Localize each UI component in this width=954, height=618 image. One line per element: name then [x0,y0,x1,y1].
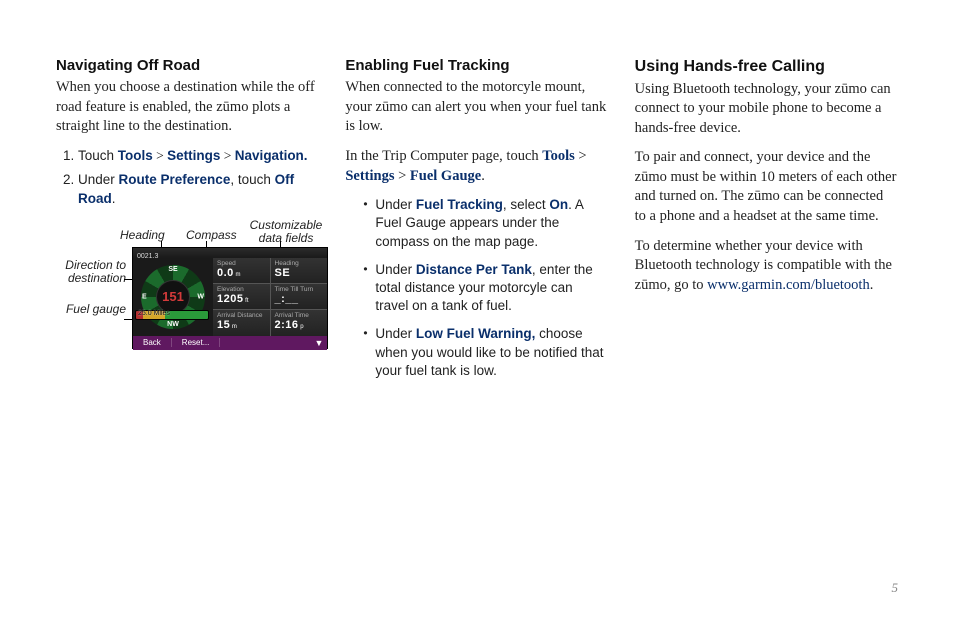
scroll-down-icon[interactable]: ▼ [311,338,327,348]
text: Under [375,262,416,277]
separator: > [153,148,167,163]
callout-custom-fields: Customizable data fields [246,219,326,245]
text: Under [375,197,416,212]
step-2: Under Route Preference, touch Off Road. [78,171,319,209]
ui-distance-per-tank: Distance Per Tank [416,262,532,277]
text: , select [503,197,550,212]
text: , touch [230,172,274,187]
callout-compass: Compass [186,229,237,242]
field-elevation: Elevation1205 ft [213,284,270,309]
page-number: 5 [892,580,899,596]
bullet-list: Under Fuel Tracking, select On. A Fuel G… [345,196,608,380]
field-speed: Speed0.0 m [213,258,270,283]
field-arrival-time: Arrival Time2:16 p [271,310,328,335]
separator: > [220,148,234,163]
column-3: Using Hands-free Calling Using Bluetooth… [635,56,898,390]
ui-route-preference: Route Preference [119,172,231,187]
ui-path-fuel-gauge: Fuel Gauge [410,168,481,184]
reset-button[interactable]: Reset... [172,338,221,347]
ui-on: On [549,197,568,212]
ui-path-tools: Tools [542,148,575,164]
text: . [481,168,485,184]
heading-fuel-tracking: Enabling Fuel Tracking [345,56,608,76]
text: Using Bluetooth technology, your z [635,81,841,97]
text: In the Trip Computer page, touch [345,148,542,164]
device-bottom-bar: Back Reset... ▼ [133,336,327,350]
ui-off-road-2: Road [78,191,112,206]
paragraph: When connected to the motorcyle mount, y… [345,78,608,137]
separator: > [575,148,587,164]
ui-low-fuel-warning: Low Fuel Warning, [416,326,536,341]
heading-navigating-off-road: Navigating Off Road [56,56,319,76]
column-1: Navigating Off Road When you choose a de… [56,56,319,390]
text: Under [78,172,119,187]
ui-path-tools: Tools [118,148,153,163]
paragraph: Using Bluetooth technology, your zūmo ca… [635,80,898,139]
device-body: SE NW E W 151 25.0 Miles Speed0.0 m Head… [133,258,327,336]
fuel-gauge-strip: 25.0 Miles [135,310,209,320]
paragraph: When you choose a destination while the … [56,78,319,137]
heading-degrees: 151 [156,280,190,314]
callout-direction: Direction to destination [56,259,126,285]
device-figure: Heading Compass Customizable data fields… [56,219,319,369]
ui-path-settings: Settings [167,148,220,163]
text: Under [375,326,416,341]
field-heading: HeadingSE [271,258,328,283]
page: Navigating Off Road When you choose a de… [0,0,954,390]
steps-list: Touch Tools > Settings > Navigation. Und… [56,147,319,209]
paragraph: To pair and connect, your device and the… [635,148,898,226]
device-screenshot: 0021.3 SE NW E W 151 25.0 Miles [132,247,328,349]
ui-path-settings: Settings [345,168,394,184]
callout-heading: Heading [120,229,165,242]
callout-fuel-gauge: Fuel gauge [56,303,126,316]
field-arrival-distance: Arrival Distance15 m [213,310,270,335]
heading-hands-free-calling: Using Hands-free Calling [635,56,898,78]
figure-side-labels: Direction to destination Fuel gauge [56,259,126,335]
text: mo, go to [648,277,707,293]
ui-fuel-tracking: Fuel Tracking [416,197,503,212]
text: . [870,277,874,293]
bullet-fuel-tracking: Under Fuel Tracking, select On. A Fuel G… [363,196,608,251]
device-compass-area: SE NW E W 151 25.0 Miles [133,258,213,336]
separator: > [394,168,409,184]
column-2: Enabling Fuel Tracking When connected to… [345,56,608,390]
text: . [112,191,116,206]
text: Touch [78,148,118,163]
paragraph: In the Trip Computer page, touch Tools >… [345,147,608,186]
bluetooth-link[interactable]: www.garmin.com/bluetooth [707,277,870,293]
ui-off-road: Off [275,172,295,187]
step-1: Touch Tools > Settings > Navigation. [78,147,319,166]
device-topbar: 0021.3 [133,248,327,258]
bullet-low-fuel-warning: Under Low Fuel Warning, choose when you … [363,325,608,380]
ui-path-navigation: Navigation. [235,148,308,163]
paragraph: To determine whether your device with Bl… [635,237,898,296]
field-time-till-turn: Time Till Turn_:__ [271,284,328,309]
back-button[interactable]: Back [133,338,172,347]
fuel-range-value: 25.0 Miles [138,310,170,317]
text: mo can alert you when your fuel tank is … [345,99,606,135]
data-fields-grid: Speed0.0 m HeadingSE Elevation1205 ft Ti… [213,258,327,336]
bullet-distance-per-tank: Under Distance Per Tank, enter the total… [363,261,608,316]
